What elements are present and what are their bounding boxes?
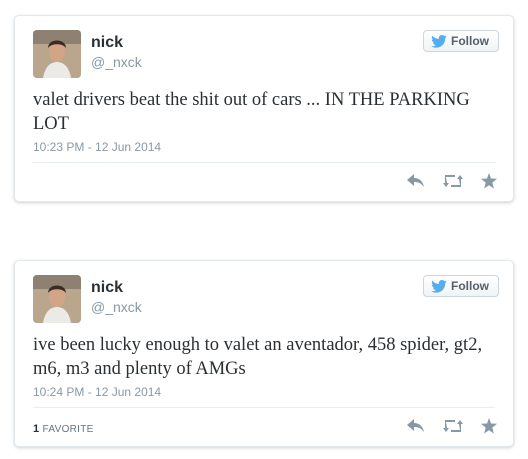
follow-button[interactable]: Follow	[423, 275, 499, 297]
favorites-number: 1	[33, 423, 40, 435]
divider	[33, 162, 495, 163]
avatar[interactable]	[33, 30, 81, 78]
tweet-timestamp[interactable]: 10:24 PM - 12 Jun 2014	[33, 385, 161, 399]
follow-label: Follow	[451, 279, 489, 293]
user-handle[interactable]: @_nxck	[91, 299, 142, 315]
avatar[interactable]	[33, 275, 81, 323]
tweet-text: valet drivers beat the shit out of cars …	[33, 90, 470, 134]
tweet-actions	[407, 173, 497, 189]
star-icon[interactable]	[481, 418, 497, 434]
twitter-bird-icon	[431, 34, 447, 48]
user-name[interactable]: nick	[91, 34, 123, 52]
tweet-timestamp[interactable]: 10:23 PM - 12 Jun 2014	[33, 140, 161, 154]
retweet-icon[interactable]	[443, 174, 463, 188]
star-icon[interactable]	[481, 173, 497, 189]
tweet-card: nick @_nxck Follow ive been lucky enough…	[14, 260, 514, 447]
reply-icon[interactable]	[407, 419, 425, 433]
twitter-bird-icon	[431, 279, 447, 293]
favorites-label: FAVORITE	[42, 424, 94, 435]
tweet-actions	[407, 418, 497, 434]
follow-button[interactable]: Follow	[423, 30, 499, 52]
retweet-icon[interactable]	[443, 419, 463, 433]
favorites-count[interactable]: 1 FAVORITE	[33, 423, 94, 435]
divider	[33, 407, 495, 408]
follow-label: Follow	[451, 34, 489, 48]
reply-icon[interactable]	[407, 174, 425, 188]
user-name[interactable]: nick	[91, 279, 123, 297]
tweet-text: ive been lucky enough to valet an aventa…	[33, 335, 483, 379]
user-handle[interactable]: @_nxck	[91, 54, 142, 70]
tweet-card: nick @_nxck Follow valet drivers beat th…	[14, 15, 514, 202]
